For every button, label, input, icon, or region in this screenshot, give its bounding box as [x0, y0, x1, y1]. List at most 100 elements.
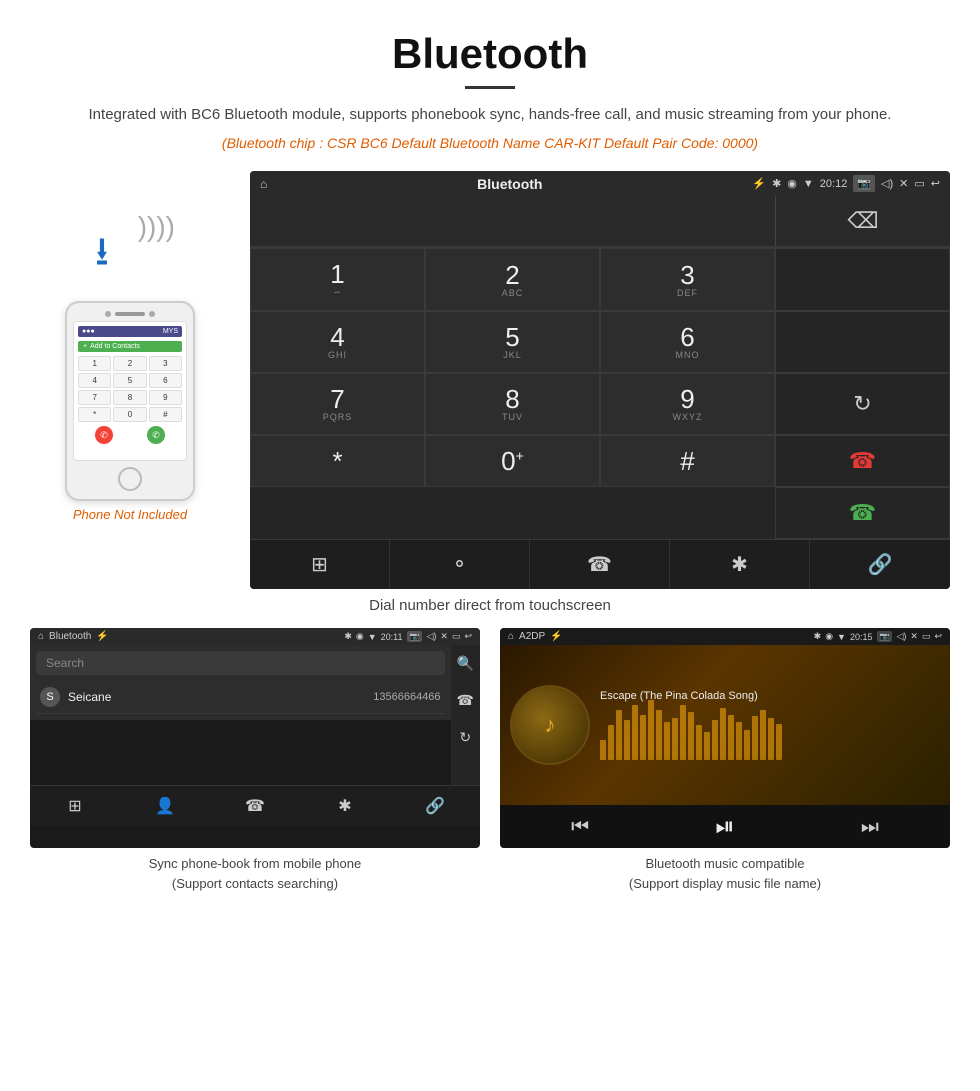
- dial-key-2[interactable]: 2ABC: [425, 248, 600, 311]
- music-visualizer: [600, 710, 940, 760]
- phone-home-button[interactable]: [118, 467, 142, 491]
- dial-key-6[interactable]: 6MNO: [600, 311, 775, 373]
- pb-nav-link[interactable]: 🔗: [390, 786, 480, 826]
- phonebook-caption-text: Sync phone-book from mobile phone(Suppor…: [149, 856, 361, 891]
- phone-camera2-icon: [149, 311, 155, 317]
- phone-key-hash[interactable]: #: [149, 407, 182, 422]
- phone-key-5[interactable]: 5: [113, 373, 146, 388]
- viz-bar: [640, 715, 646, 760]
- call-icon: ☎: [849, 500, 876, 526]
- viz-bar: [624, 720, 630, 760]
- phone-key-star[interactable]: *: [78, 407, 111, 422]
- dial-key-star[interactable]: *: [250, 435, 425, 487]
- pb-home-icon[interactable]: ⌂: [38, 631, 44, 642]
- bluetooth-status-icon: ✱: [772, 177, 781, 190]
- pb-nav-phone[interactable]: ☎: [210, 786, 300, 826]
- dial-key-3[interactable]: 3DEF: [600, 248, 775, 311]
- search-icon[interactable]: 🔍: [457, 655, 474, 672]
- dial-key-9[interactable]: 9WXYZ: [600, 373, 775, 435]
- car-screen-container: ⌂ Bluetooth ⚡ ✱ ◉ ▼ 20:12 📷 ◁) ✕ ▭ ↩: [250, 171, 950, 589]
- search-field[interactable]: Search: [36, 651, 445, 675]
- music-home-icon[interactable]: ⌂: [508, 631, 514, 642]
- phone-key-9[interactable]: 9: [149, 390, 182, 405]
- nav-link-button[interactable]: 🔗: [810, 540, 950, 589]
- back-icon[interactable]: ↩: [931, 177, 940, 190]
- pb-nav-dialpad[interactable]: ⊞: [30, 786, 120, 826]
- refresh-button[interactable]: ↻: [775, 373, 950, 435]
- backspace-button[interactable]: ⌫: [775, 196, 950, 246]
- volume-icon[interactable]: ◁): [881, 177, 893, 190]
- dial-key-7[interactable]: 7PQRS: [250, 373, 425, 435]
- play-pause-button[interactable]: ⏯: [715, 813, 734, 841]
- phone-key-3[interactable]: 3: [149, 356, 182, 371]
- music-block: ⌂ A2DP ⚡ ✱ ◉ ▼ 20:15 📷 ◁) ✕ ▭ ↩: [500, 628, 950, 893]
- viz-bar: [752, 716, 758, 760]
- camera-icon: 📷: [853, 175, 875, 192]
- dial-key-0[interactable]: 0+: [425, 435, 600, 487]
- pb-usb-icon: ⚡: [96, 631, 108, 642]
- pb-layout: Search S Seicane 13566664466 🔍 ☎ ↻: [30, 645, 480, 785]
- phone-key-6[interactable]: 6: [149, 373, 182, 388]
- music-status-left: ⌂ A2DP ⚡: [508, 631, 563, 642]
- dial-key-hash[interactable]: #: [600, 435, 775, 487]
- viz-bar: [744, 730, 750, 760]
- phone-key-7[interactable]: 7: [78, 390, 111, 405]
- phone-key-4[interactable]: 4: [78, 373, 111, 388]
- call-side-icon[interactable]: ☎: [457, 692, 474, 709]
- dialer-grid: 1∽ 2ABC 3DEF 4GHI 5JKL 6MNO: [250, 247, 950, 539]
- phone-key-1[interactable]: 1: [78, 356, 111, 371]
- next-button[interactable]: ⏭: [861, 816, 879, 839]
- end-call-button[interactable]: ☎: [775, 435, 950, 487]
- dial-key-4[interactable]: 4GHI: [250, 311, 425, 373]
- phone-top-bar: [73, 311, 187, 317]
- nav-bluetooth-button[interactable]: ✱: [670, 540, 810, 589]
- window-icon[interactable]: ▭: [914, 177, 924, 190]
- music-time: 20:15: [850, 632, 873, 642]
- dialer-display: [250, 196, 775, 246]
- add-contacts-button[interactable]: + Add to Contacts: [78, 341, 182, 352]
- music-close-icon[interactable]: ✕: [910, 631, 918, 642]
- contact-item-seicane[interactable]: S Seicane 13566664466: [36, 681, 445, 714]
- music-back-icon[interactable]: ↩: [934, 631, 942, 642]
- pb-sig-icon: ▼: [368, 632, 377, 642]
- nav-phone-button[interactable]: ☎: [530, 540, 670, 589]
- usb-icon: ⚡: [752, 177, 766, 190]
- pb-win-icon[interactable]: ▭: [452, 631, 461, 642]
- phone-speaker: [115, 312, 145, 316]
- nav-dialpad-button[interactable]: ⊞: [250, 540, 390, 589]
- viz-bar: [712, 720, 718, 760]
- music-screen: ⌂ A2DP ⚡ ✱ ◉ ▼ 20:15 📷 ◁) ✕ ▭ ↩: [500, 628, 950, 848]
- pb-close-icon[interactable]: ✕: [440, 631, 448, 642]
- viz-bar: [768, 718, 774, 760]
- dial-key-5[interactable]: 5JKL: [425, 311, 600, 373]
- music-vol-icon[interactable]: ◁): [896, 631, 906, 642]
- close-icon[interactable]: ✕: [899, 177, 908, 190]
- phone-key-0[interactable]: 0: [113, 407, 146, 422]
- viz-bar: [656, 710, 662, 760]
- home-icon[interactable]: ⌂: [260, 177, 267, 191]
- wifi-signal-icon: )))): [138, 211, 175, 243]
- phone-call-button[interactable]: ✆: [147, 426, 165, 444]
- call-button[interactable]: ☎: [775, 487, 950, 539]
- dial-key-1[interactable]: 1∽: [250, 248, 425, 311]
- dialer-display-row: ⌫: [250, 196, 950, 247]
- pb-nav-bluetooth[interactable]: ✱: [300, 786, 390, 826]
- viz-bar: [704, 732, 710, 760]
- pb-nav-contacts[interactable]: 👤: [120, 786, 210, 826]
- prev-button[interactable]: ⏮: [571, 816, 589, 839]
- phone-end-button[interactable]: ✆: [95, 426, 113, 444]
- screen-title: Bluetooth: [477, 176, 542, 192]
- dial-key-8[interactable]: 8TUV: [425, 373, 600, 435]
- pb-status-left: ⌂ Bluetooth ⚡: [38, 631, 109, 642]
- dialer-spacer-3: [600, 487, 775, 539]
- pb-vol-icon[interactable]: ◁): [426, 631, 436, 642]
- music-win-icon[interactable]: ▭: [922, 631, 931, 642]
- pb-back-icon[interactable]: ↩: [464, 631, 472, 642]
- car-bottom-nav: ⊞ ⚬ ☎ ✱ 🔗: [250, 539, 950, 589]
- plus-icon: +: [83, 343, 87, 350]
- phone-key-2[interactable]: 2: [113, 356, 146, 371]
- phone-key-8[interactable]: 8: [113, 390, 146, 405]
- refresh-side-icon[interactable]: ↻: [459, 729, 471, 746]
- nav-contacts-button[interactable]: ⚬: [390, 540, 530, 589]
- viz-bar: [648, 700, 654, 760]
